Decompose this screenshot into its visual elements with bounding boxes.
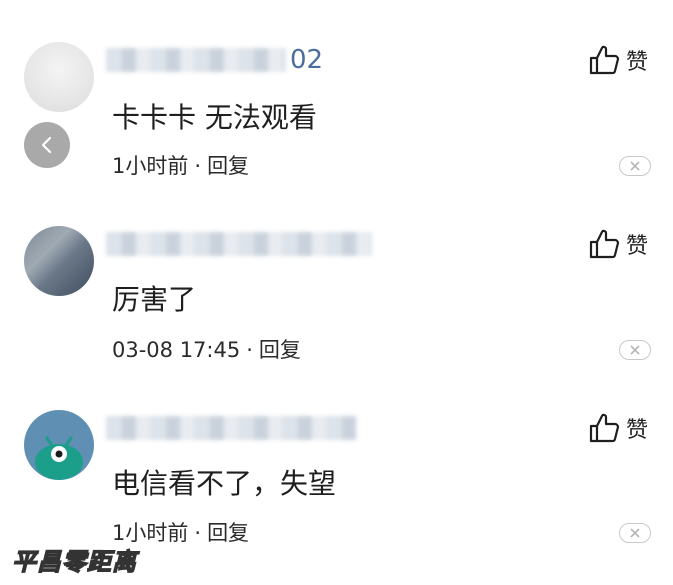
close-icon	[630, 161, 640, 171]
meta-separator: ·	[246, 338, 253, 362]
watermark: 平昌零距离	[11, 547, 137, 576]
thumbs-up-icon	[589, 45, 620, 75]
username[interactable]	[106, 414, 360, 442]
reply-button[interactable]: 回复	[207, 521, 249, 545]
comment-text: 电信看不了，失望	[112, 467, 337, 500]
like-button[interactable]: 赞	[588, 228, 648, 260]
like-label: 赞	[626, 50, 649, 75]
meta-separator: ·	[194, 521, 202, 545]
comment-text: 卡卡卡 无法观看	[112, 101, 317, 134]
dismiss-button[interactable]	[619, 156, 651, 176]
username[interactable]: 02	[106, 46, 323, 74]
comment-item: 厉害了 03-08 17:45 · 回复 赞	[0, 184, 673, 364]
dismiss-button[interactable]	[619, 340, 651, 360]
chevron-left-icon	[41, 136, 52, 154]
comment-list-screen: 02 卡卡卡 无法观看 1小时前 · 回复 赞 厉害了 03-08 17:45 · 回复	[0, 0, 673, 585]
comment-time: 1小时前	[112, 154, 189, 178]
comment-text: 厉害了	[112, 283, 197, 316]
close-icon	[630, 345, 640, 355]
comment-item: 电信看不了，失望 1小时前 · 回复 赞	[0, 368, 673, 548]
avatar[interactable]	[24, 410, 94, 480]
username[interactable]	[106, 230, 376, 258]
avatar[interactable]	[24, 226, 94, 296]
thumbs-up-icon	[589, 229, 620, 259]
dismiss-button[interactable]	[619, 523, 651, 543]
like-label: 赞	[626, 234, 649, 259]
monster-avatar-icon	[35, 436, 83, 480]
username-redacted	[106, 416, 356, 440]
reply-button[interactable]: 回复	[259, 338, 301, 362]
back-button[interactable]	[24, 122, 70, 168]
comment-time: 03-08 17:45	[112, 338, 241, 362]
thumbs-up-icon	[589, 413, 620, 443]
avatar[interactable]	[24, 42, 94, 112]
like-button[interactable]: 赞	[588, 412, 648, 444]
username-redacted	[106, 232, 372, 256]
reply-button[interactable]: 回复	[207, 154, 249, 178]
username-redacted	[106, 48, 286, 72]
comment-meta: 1小时前 · 回复	[112, 153, 249, 179]
close-icon	[630, 528, 640, 538]
comment-item: 02 卡卡卡 无法观看 1小时前 · 回复 赞	[0, 0, 673, 180]
meta-separator: ·	[194, 154, 202, 178]
like-button[interactable]: 赞	[588, 44, 648, 76]
like-label: 赞	[626, 418, 649, 443]
username-visible-part: 02	[290, 45, 324, 75]
comment-meta: 03-08 17:45 · 回复	[112, 337, 301, 363]
